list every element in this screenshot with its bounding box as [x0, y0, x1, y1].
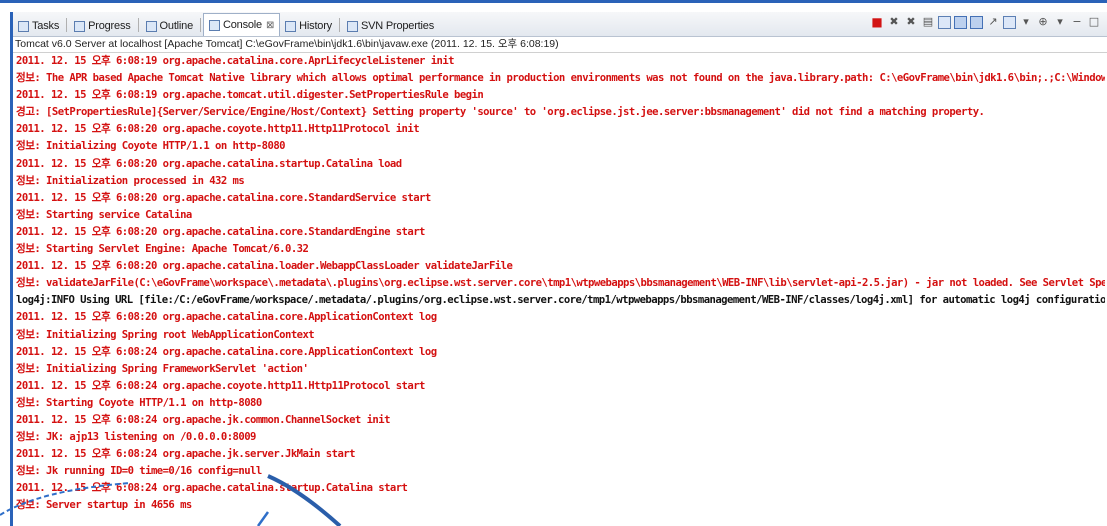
console-toolbar: ■ ✖ ✖ ▤ ↗ ▾ ⊕ ▾ − □: [870, 15, 1101, 29]
close-icon[interactable]: ⊠: [266, 20, 274, 31]
show-on-stderr-icon[interactable]: [970, 15, 983, 29]
remove-launch-icon[interactable]: ✖: [887, 15, 901, 29]
console-line: 정보: Server startup in 4656 ms: [16, 499, 192, 512]
tab-label: SVN Properties: [360, 20, 434, 32]
scroll-lock-icon[interactable]: [938, 15, 951, 29]
console-icon: [209, 19, 220, 31]
console-line: 정보: The APR based Apache Tomcat Native l…: [16, 72, 1105, 85]
console-line: 2011. 12. 15 오후 6:08:20 org.apache.catal…: [16, 225, 425, 238]
tab-progress[interactable]: Progress: [69, 16, 135, 36]
show-on-stdout-icon[interactable]: [954, 15, 967, 29]
console-line: 정보: validateJarFile(C:\eGovFrame\workspa…: [16, 277, 1105, 290]
console-line: 정보: Jk running ID=0 time=0/16 config=nul…: [16, 465, 262, 478]
console-line: 정보: JK: ajp13 listening on /0.0.0.0:8009: [16, 431, 256, 444]
tab-tasks[interactable]: Tasks: [13, 16, 64, 36]
tab-outline[interactable]: Outline: [141, 16, 198, 36]
tab-console[interactable]: Console ⊠: [203, 13, 281, 36]
console-line: 2011. 12. 15 오후 6:08:20 org.apache.catal…: [16, 157, 402, 170]
console-line: 정보: Initialization processed in 432 ms: [16, 174, 245, 187]
console-line: 정보: Starting service Catalina: [16, 208, 192, 221]
console-line: 2011. 12. 15 오후 6:08:20 org.apache.coyot…: [16, 123, 420, 136]
console-line: 2011. 12. 15 오후 6:08:24 org.apache.coyot…: [16, 379, 425, 392]
pin-console-icon[interactable]: ↗: [986, 15, 1000, 29]
tab-label: Progress: [88, 20, 131, 32]
console-output[interactable]: 2011. 12. 15 오후 6:08:19 org.apache.catal…: [16, 53, 1105, 526]
svn-properties-icon: [346, 20, 358, 32]
history-icon: [285, 20, 297, 32]
console-line: 정보: Starting Servlet Engine: Apache Tomc…: [16, 243, 309, 256]
console-line: 정보: Starting Coyote HTTP/1.1 on http-808…: [16, 396, 262, 409]
console-line: log4j:INFO Using URL [file:/C:/eGovFrame…: [16, 294, 1105, 307]
remove-all-terminated-icon[interactable]: ✖: [904, 15, 918, 29]
tasks-icon: [18, 20, 29, 32]
tab-svn-properties[interactable]: SVN Properties: [342, 16, 439, 36]
progress-icon: [74, 20, 86, 32]
tab-label: Outline: [159, 20, 194, 32]
console-line: 2011. 12. 15 오후 6:08:19 org.apache.tomca…: [16, 89, 484, 102]
maximize-icon[interactable]: □: [1087, 15, 1101, 29]
tab-separator: [338, 18, 340, 32]
tab-label: Tasks: [32, 20, 60, 32]
console-line: 2011. 12. 15 오후 6:08:24 org.apache.jk.se…: [16, 448, 355, 461]
tab-separator: [137, 18, 139, 32]
display-console-icon[interactable]: [1003, 15, 1016, 29]
console-line: 2011. 12. 15 오후 6:08:20 org.apache.catal…: [16, 260, 513, 273]
console-line: 2011. 12. 15 오후 6:08:20 org.apache.catal…: [16, 191, 431, 204]
tab-separator: [200, 18, 201, 32]
open-console-icon[interactable]: ⊕: [1036, 15, 1050, 29]
console-line: 정보: Initializing Spring FrameworkServlet…: [16, 362, 309, 375]
console-line: 2011. 12. 15 오후 6:08:19 org.apache.catal…: [16, 55, 455, 67]
console-line: 2011. 12. 15 오후 6:08:24 org.apache.jk.co…: [16, 413, 390, 426]
minimize-icon[interactable]: −: [1070, 15, 1084, 29]
tab-label: History: [299, 20, 332, 32]
tab-history[interactable]: History: [280, 16, 337, 36]
console-line: 2011. 12. 15 오후 6:08:20 org.apache.catal…: [16, 311, 437, 324]
outline-icon: [145, 20, 157, 32]
console-line: 2011. 12. 15 오후 6:08:24 org.apache.catal…: [16, 482, 408, 495]
clear-console-icon[interactable]: ▤: [921, 15, 935, 29]
console-line: 2011. 12. 15 오후 6:08:24 org.apache.catal…: [16, 345, 437, 358]
terminate-icon[interactable]: ■: [870, 15, 884, 29]
console-line: 정보: Initializing Spring root WebApplicat…: [16, 328, 315, 341]
chevron-down-icon[interactable]: ▾: [1019, 15, 1033, 29]
tab-separator: [66, 18, 68, 32]
console-description: Tomcat v6.0 Server at localhost [Apache …: [13, 37, 1107, 53]
view-border: [10, 12, 13, 526]
tab-label: Console: [223, 19, 262, 31]
console-line: 정보: Initializing Coyote HTTP/1.1 on http…: [16, 140, 286, 153]
console-line: 경고: [SetPropertiesRule]{Server/Service/E…: [16, 106, 985, 119]
chevron-down-icon[interactable]: ▾: [1053, 15, 1067, 29]
